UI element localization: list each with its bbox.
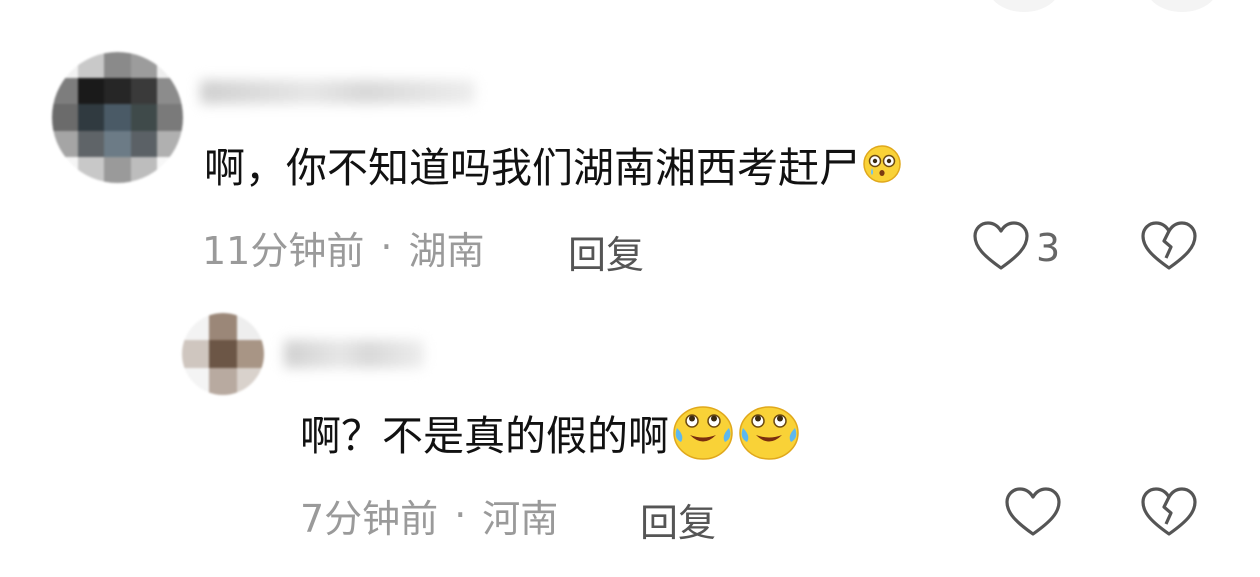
top-action-circle [988, 0, 1060, 12]
crying-laughing-face-emoji [671, 402, 735, 462]
timestamp: 7分钟前 [300, 496, 439, 541]
comment-body: 啊，你不知道吗我们湖南湘西考赶尸 [204, 144, 860, 192]
reply-button[interactable]: 回复 [568, 224, 644, 279]
username-blurred[interactable] [284, 340, 424, 368]
like-count: 3 [1036, 226, 1061, 270]
separator: · [454, 493, 467, 537]
location: 河南 [482, 496, 559, 541]
timestamp: 11分钟前 [202, 228, 365, 273]
comment-thread: 啊，你不知道吗我们湖南湘西考赶尸 11分钟前 · 湖南 回复 3 啊？不是真的假… [0, 0, 1260, 577]
broken-heart-icon [1140, 486, 1198, 542]
comment-meta: 11分钟前 · 湖南 [202, 220, 484, 274]
avatar[interactable] [52, 52, 183, 183]
avatar[interactable] [182, 313, 264, 395]
heart-icon [1004, 486, 1062, 542]
surprised-teary-face-emoji [862, 144, 902, 184]
comment-text: 啊？不是真的假的啊 [300, 404, 801, 460]
crying-laughing-face-emoji [737, 402, 801, 462]
broken-heart-icon [1140, 220, 1198, 276]
like-button[interactable] [1004, 486, 1062, 542]
comment-meta: 7分钟前 · 河南 [300, 488, 558, 542]
username-blurred[interactable] [200, 80, 475, 104]
comment-body: 啊？不是真的假的啊 [300, 412, 669, 460]
dislike-button[interactable] [1140, 486, 1198, 542]
heart-icon [972, 220, 1030, 276]
dislike-button[interactable] [1140, 220, 1198, 276]
location: 湖南 [408, 228, 485, 273]
comment-text: 啊，你不知道吗我们湖南湘西考赶尸 [204, 136, 902, 192]
top-action-circle [1146, 0, 1218, 12]
separator: · [380, 225, 393, 269]
like-button[interactable]: 3 [972, 220, 1060, 276]
reply-button[interactable]: 回复 [640, 492, 716, 547]
